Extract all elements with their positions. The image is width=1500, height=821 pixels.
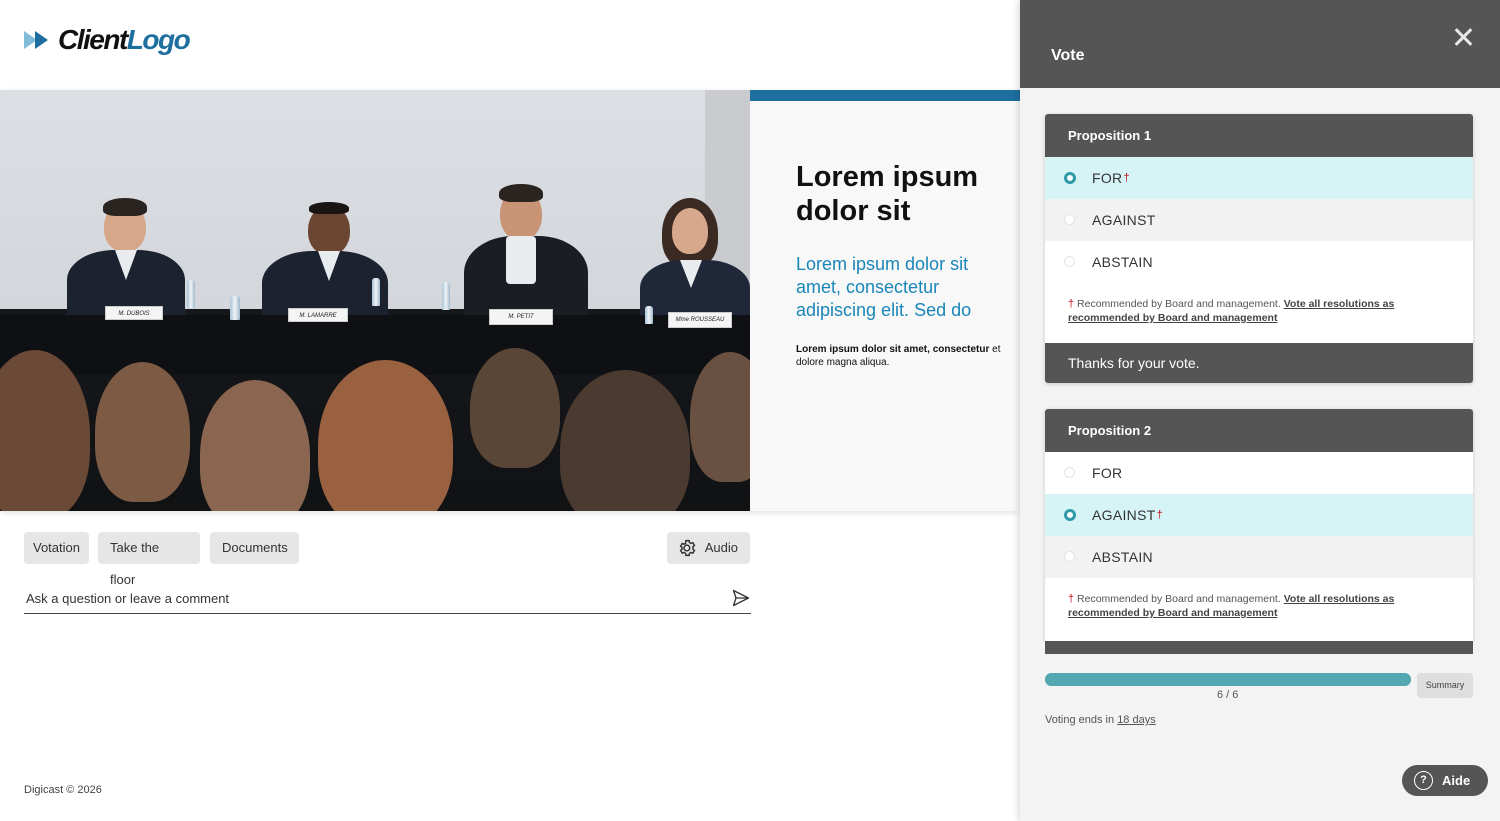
option-against[interactable]: AGAINST † <box>1045 494 1473 536</box>
recommended-dagger: † <box>1156 509 1163 521</box>
client-logo[interactable]: ClientLogo <box>24 24 191 56</box>
summary-button[interactable]: Summary <box>1417 673 1473 698</box>
presentation-slide: Lorem ipsum dolor sit Lorem ipsum dolor … <box>750 90 1020 511</box>
documents-button[interactable]: Documents <box>210 532 299 564</box>
nameplate: M. LAMARRE <box>288 308 348 322</box>
proposition-card: Proposition 1 FOR † AGAINST ABSTAIN † Rec… <box>1045 114 1473 383</box>
thanks-message: Thanks for your vote. <box>1045 343 1473 383</box>
slide-body-text: Lorem ipsum dolor sit amet, consectetur … <box>796 344 1001 368</box>
help-circle-icon: ? <box>1414 771 1433 790</box>
audio-label: Audio <box>704 540 738 555</box>
panel-title: Vote <box>1051 47 1085 64</box>
voting-deadline-value[interactable]: 18 days <box>1117 714 1156 726</box>
radio-selected-icon[interactable] <box>1064 509 1076 521</box>
nameplate: Mme ROUSSEAU <box>668 312 732 328</box>
vote-panel: Vote Proposition 1 FOR † AGAINST ABSTAIN … <box>1020 0 1500 821</box>
header: ClientLogo <box>0 0 1020 90</box>
recommendation-note: † Recommended by Board and management. V… <box>1045 283 1473 343</box>
nameplate: M. DUBOIS <box>105 306 163 320</box>
proposition-title: Proposition 1 <box>1045 114 1473 157</box>
logo-text: ClientLogo <box>58 24 191 55</box>
send-icon[interactable] <box>731 588 751 608</box>
stage: M. DUBOIS M. LAMARRE M. PETIT Mme ROUSSE… <box>0 90 1020 511</box>
option-against[interactable]: AGAINST <box>1045 199 1473 241</box>
audio-button[interactable]: Audio <box>667 532 750 564</box>
close-icon[interactable] <box>1452 26 1474 48</box>
proposition-title: Proposition 2 <box>1045 409 1473 452</box>
option-abstain[interactable]: ABSTAIN <box>1045 536 1473 578</box>
proposition-card-bottom-edge <box>1045 641 1473 654</box>
radio-icon[interactable] <box>1064 214 1075 225</box>
help-label: Aide <box>1442 773 1471 788</box>
vote-progress-count: 6 / 6 <box>1217 689 1239 701</box>
comment-box <box>24 585 751 614</box>
recommendation-note: † Recommended by Board and management. V… <box>1045 578 1473 638</box>
gear-icon <box>679 539 696 557</box>
radio-icon[interactable] <box>1064 256 1075 267</box>
option-for[interactable]: FOR † <box>1045 157 1473 199</box>
radio-icon[interactable] <box>1064 467 1075 478</box>
logo-arrow-icon <box>24 29 52 51</box>
option-abstain[interactable]: ABSTAIN <box>1045 241 1473 283</box>
slide-accent-bar <box>750 90 1020 101</box>
slide-title: Lorem ipsum dolor sit <box>796 161 979 227</box>
vote-progress-bar <box>1045 673 1411 686</box>
recommended-dagger: † <box>1123 172 1130 184</box>
take-the-floor-button[interactable]: Take the floor <box>98 532 200 587</box>
nameplate: M. PETIT <box>489 309 553 325</box>
conference-photo: M. DUBOIS M. LAMARRE M. PETIT Mme ROUSSE… <box>0 90 750 511</box>
option-for[interactable]: FOR <box>1045 452 1473 494</box>
help-button[interactable]: ? Aide <box>1402 765 1488 796</box>
vote-panel-header: Vote <box>1020 0 1500 88</box>
proposition-card: Proposition 2 FOR AGAINST † ABSTAIN † Rec… <box>1045 409 1473 641</box>
footer-copyright: Digicast © 2026 <box>24 784 102 796</box>
voting-deadline: Voting ends in 18 days <box>1045 714 1156 726</box>
radio-selected-icon[interactable] <box>1064 172 1076 184</box>
votation-button[interactable]: Votation <box>24 532 89 564</box>
vote-progress-fill <box>1045 673 1411 686</box>
slide-subtitle: Lorem ipsum dolor sit amet, consectetur … <box>796 254 972 320</box>
radio-icon[interactable] <box>1064 551 1075 562</box>
comment-input[interactable] <box>24 585 714 611</box>
